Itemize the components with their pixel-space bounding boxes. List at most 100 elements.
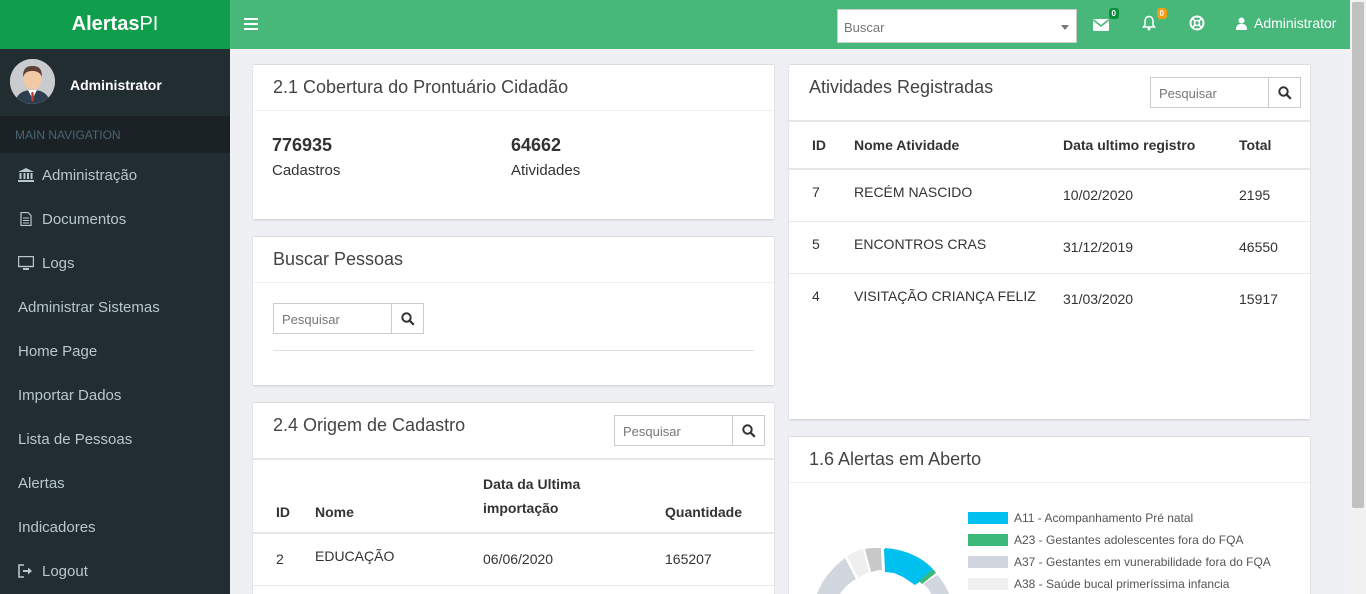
cadastros-label: Cadastros [272,162,341,179]
user-icon [1236,17,1247,30]
cell-quantidade: 165207 [665,533,774,586]
sidebar-item-lista-de-pessoas[interactable]: Lista de Pessoas [0,417,230,461]
messages-button[interactable]: 0 [1093,8,1119,35]
origem-box: 2.4 Origem de Cadastro Pesquisar ID Nome… [253,402,774,594]
atividades-stat: 64662 Atividades [511,135,580,179]
legend-swatch [968,534,1008,546]
top-navbar: Buscar 0 0 Administrator [230,0,1350,49]
legend-swatch [968,578,1008,590]
sidebar: Administrator MAIN NAVIGATION Administra… [0,49,230,594]
buscar-pessoas-search: Pesquisar [273,303,424,334]
search-icon [1277,85,1292,100]
user-panel: Administrator [0,49,230,116]
col-header-data[interactable]: Data da Ultima importação [483,458,665,534]
cobertura-title: 2.1 Cobertura do Prontuário Cidadão [253,65,774,111]
legend-item-a38[interactable]: A38 - Saúde bucal primeríssima infancia [968,577,1229,591]
cell-nome: ENCONTROS CRAS [854,221,1063,274]
buscar-pessoas-title: Buscar Pessoas [253,237,774,283]
sidebar-item-logs[interactable]: Logs [0,241,230,285]
scrollbar-thumb[interactable] [1352,2,1364,508]
origem-search: Pesquisar [614,415,765,446]
sidebar-toggle-icon[interactable] [244,15,258,33]
sidebar-item-label: Logs [42,254,75,272]
sidebar-item-logout[interactable]: Logout [0,549,230,593]
cell-data: 06/06/2020 [483,533,665,586]
atividades-value: 64662 [511,135,562,155]
bell-icon [1142,15,1156,31]
sidebar-item-label: Logout [42,562,88,580]
cell-id: 5 [789,221,854,274]
cobertura-box: 2.1 Cobertura do Prontuário Cidadão 7769… [253,64,774,219]
cell-nome: RECÉM NASCIDO [854,169,1063,222]
sidebar-user-name: Administrator [70,77,162,93]
cell-id: 7 [789,169,854,222]
sidebar-item-label: Documentos [42,210,127,228]
notifications-button[interactable]: 0 [1141,8,1167,35]
legend-label: A38 - Saúde bucal primeríssima infancia [1014,577,1230,591]
col-header-id[interactable]: ID [253,458,315,534]
divider [273,350,754,351]
cell-data: 31/03/2020 [1063,291,1134,308]
table-row[interactable]: 7 RECÉM NASCIDO 10/02/2020 2195 [789,169,1310,222]
sidebar-item-documentos[interactable]: Documentos [0,197,230,241]
cell-nome: EDUCAÇÃO [315,533,483,586]
sign-out-icon [18,564,32,578]
logo-bold: Alertas [71,13,140,35]
col-header-quantidade[interactable]: Quantidade [665,458,774,534]
sidebar-item-administracao[interactable]: Administração [0,153,230,197]
legend-item-a23[interactable]: A23 - Gestantes adolescentes fora do FQA [968,533,1243,547]
col-header-id[interactable]: ID [789,120,854,170]
cell-id: 4 [812,288,820,305]
col-header-nome[interactable]: Nome [315,458,483,534]
search-input[interactable]: Pesquisar [614,415,733,446]
search-input[interactable]: Pesquisar [273,303,392,334]
table-row[interactable]: 5 ENCONTROS CRAS 31/12/2019 46550 [789,221,1310,274]
search-button[interactable] [392,303,424,334]
table-row[interactable]: 4 VISITAÇÃO CRIANÇA FELIZ 31/03/2020 159… [789,273,1310,325]
sidebar-item-administrar-sistemas[interactable]: Administrar Sistemas [0,285,230,329]
search-button[interactable] [733,415,765,446]
legend-label: A37 - Gestantes em vunerabilidade fora d… [1014,555,1271,569]
sidebar-item-label: Importar Dados [18,386,122,404]
app-logo[interactable]: Alertas PI [0,0,230,49]
legend-swatch [968,556,1008,568]
sidebar-item-indicadores[interactable]: Indicadores [0,505,230,549]
avatar [10,59,55,104]
search-select[interactable]: Buscar [837,9,1077,43]
atividades-search: Pesquisar [1150,77,1301,108]
alertas-title: 1.6 Alertas em Aberto [789,437,1310,483]
buscar-pessoas-box: Buscar Pessoas Pesquisar [253,236,774,385]
cell-total: 2195 [1239,169,1310,222]
logo-lite: PI [139,13,159,35]
col-header-data-line1: Data da Ultima [483,476,581,492]
sidebar-item-importar-dados[interactable]: Importar Dados [0,373,230,417]
legend-label: A11 - Acompanhamento Pré natal [1014,511,1194,525]
col-header-nome-atividade[interactable]: Nome Atividade [854,120,1063,170]
sidebar-item-home-page[interactable]: Home Page [0,329,230,373]
envelope-icon [1093,19,1109,31]
alertas-donut-chart [817,548,949,594]
legend-item-a11[interactable]: A11 - Acompanhamento Pré natal [968,511,1193,525]
legend-item-a37[interactable]: A37 - Gestantes em vunerabilidade fora d… [968,555,1271,569]
chevron-down-icon [1061,25,1069,30]
sidebar-item-label: Administrar Sistemas [18,298,160,316]
sidebar-item-alertas[interactable]: Alertas [0,461,230,505]
document-icon [20,212,32,226]
cell-id: 2 [253,533,315,586]
cell-data: 10/02/2020 [1063,169,1239,222]
donut-slice-a37-left[interactable] [817,558,856,594]
origem-table: ID Nome Data da Ultima importação Quanti… [253,458,774,586]
search-placeholder: Buscar [844,20,885,35]
sidebar-item-label: Indicadores [18,518,96,536]
sidebar-item-label: Home Page [18,342,98,360]
col-header-total[interactable]: Total [1239,120,1310,170]
search-button[interactable] [1269,77,1301,108]
col-header-data-line2: importação [483,500,559,516]
atividades-box: Atividades Registradas Pesquisar ID Nome… [789,64,1310,419]
help-button[interactable] [1189,15,1209,35]
search-input[interactable]: Pesquisar [1150,77,1269,108]
user-menu[interactable]: Administrator [1236,15,1336,31]
table-row[interactable]: 2 EDUCAÇÃO 06/06/2020 165207 [253,533,774,586]
col-header-data-ultimo-registro[interactable]: Data ultimo registro [1063,120,1239,170]
sidebar-item-label: Lista de Pessoas [18,430,133,448]
